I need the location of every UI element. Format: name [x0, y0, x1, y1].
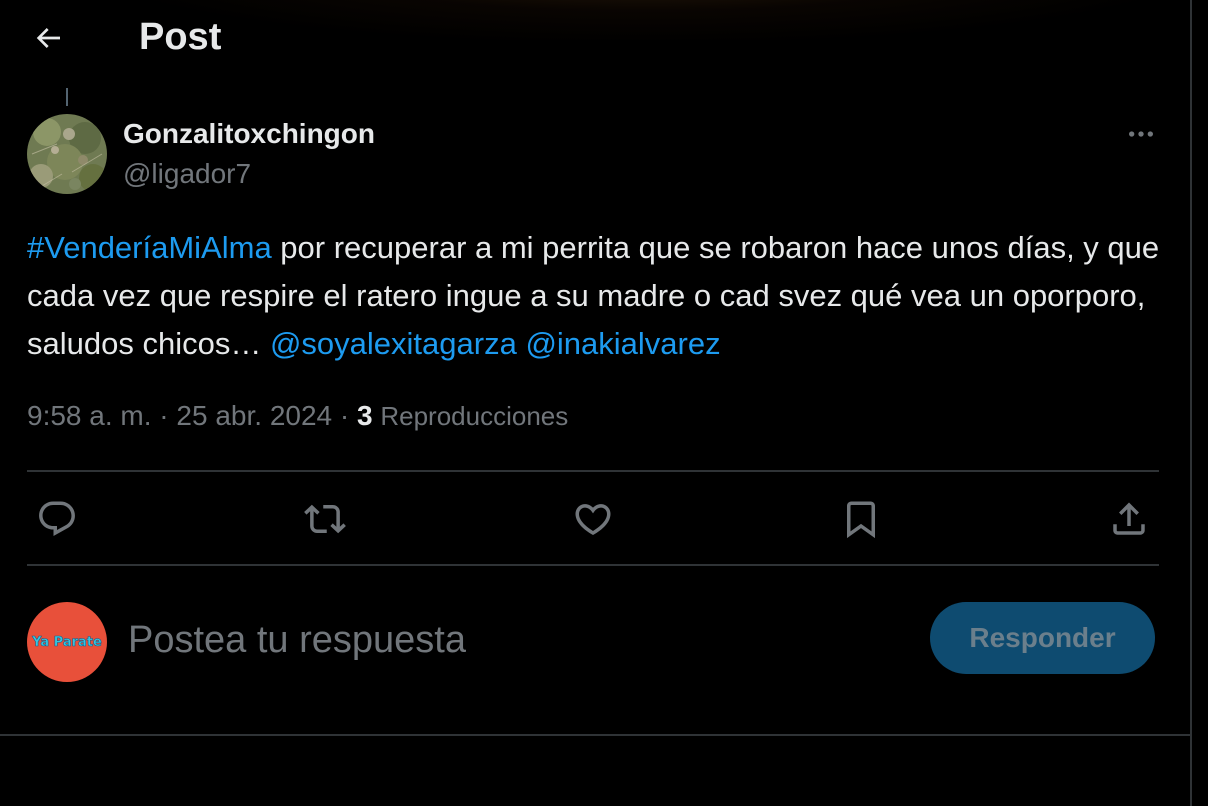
- more-horizontal-icon: [1129, 131, 1153, 137]
- reply-submit-button[interactable]: Responder: [930, 602, 1155, 674]
- divider: [27, 564, 1159, 566]
- hashtag-link[interactable]: #VenderíaMiAlma: [27, 230, 272, 265]
- divider: [27, 470, 1159, 472]
- back-button[interactable]: [28, 18, 68, 58]
- bookmark-button[interactable]: [838, 496, 884, 542]
- mention-link[interactable]: @inakialvarez: [525, 326, 720, 361]
- views-label: Reproducciones: [380, 401, 569, 431]
- mention-link[interactable]: @soyalexitagarza: [270, 326, 517, 361]
- post-date[interactable]: 25 abr. 2024: [176, 400, 332, 431]
- reply-input[interactable]: [128, 612, 908, 668]
- reply-button[interactable]: [34, 496, 80, 542]
- divider: [0, 734, 1190, 736]
- repost-icon: [304, 504, 346, 534]
- column-border: [1190, 0, 1192, 806]
- page-title: Post: [139, 16, 222, 58]
- bookmark-icon: [847, 501, 875, 539]
- post-text: #VenderíaMiAlma por recuperar a mi perri…: [27, 224, 1167, 368]
- avatar-logo-text: Ya Parate: [32, 634, 102, 650]
- like-button[interactable]: [570, 496, 616, 542]
- repost-button[interactable]: [302, 496, 348, 542]
- page-header: Post: [0, 0, 1190, 76]
- views-count: 3: [357, 400, 373, 431]
- reply-icon: [39, 501, 75, 536]
- author-avatar[interactable]: [27, 114, 107, 194]
- meta-separator: ·: [151, 400, 177, 431]
- share-icon: [1113, 502, 1145, 535]
- meta-separator: ·: [332, 400, 357, 431]
- current-user-avatar[interactable]: Ya Parate: [27, 602, 107, 682]
- like-icon: [575, 504, 611, 536]
- author-display-name[interactable]: Gonzalitoxchingon: [123, 118, 375, 150]
- post-meta: 9:58 a. m. · 25 abr. 2024 · 3 Reproducci…: [27, 400, 568, 432]
- arrow-left-icon: [36, 28, 60, 48]
- share-button[interactable]: [1106, 496, 1152, 542]
- post-time[interactable]: 9:58 a. m.: [27, 400, 152, 431]
- more-options-button[interactable]: [1120, 114, 1162, 154]
- author-handle[interactable]: @ligador7: [123, 158, 251, 190]
- avatar-image: [27, 114, 107, 194]
- thread-line: [66, 88, 68, 106]
